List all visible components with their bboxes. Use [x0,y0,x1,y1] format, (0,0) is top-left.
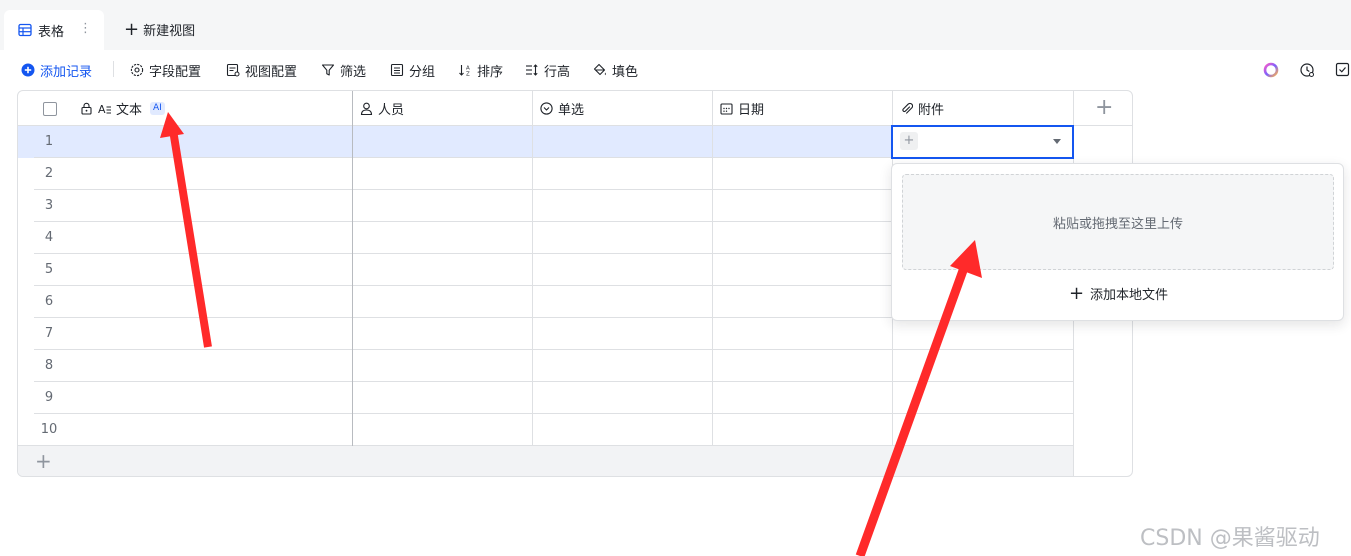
person-icon [360,102,373,115]
watermark-text: CSDN @果酱驱动 [1140,526,1320,551]
new-view-label: 新建视图 [143,24,196,39]
column-header-single-select[interactable]: 单选 [540,91,584,126]
paperclip-icon [902,102,913,114]
new-view-button[interactable]: + 新建视图 [124,20,195,39]
chevron-down-icon[interactable] [1053,139,1061,144]
group-label: 分组 [409,64,436,80]
filter-label: 筛选 [340,64,367,80]
attachment-cell-active[interactable]: + [891,125,1074,159]
table-grid-icon [18,23,32,37]
svg-text:Z: Z [466,72,470,78]
view-config-icon [226,63,240,77]
row-height-icon [526,64,538,76]
column-header-label: 单选 [558,103,585,118]
row-number: 10 [40,422,58,437]
row-number: 8 [44,358,54,373]
column-divider [532,91,533,446]
filter-icon [321,64,335,76]
column-divider [712,91,713,446]
column-header-person[interactable]: 人员 [360,91,404,126]
color-palette-icon[interactable] [1263,62,1279,78]
fill-color-label: 填色 [612,64,639,80]
sort-label: 排序 [477,64,504,80]
group-icon [390,63,404,77]
row-number: 2 [44,166,54,181]
tab-table-label: 表格 [38,24,65,40]
row-number: 9 [44,390,54,405]
column-header-text[interactable]: A 文本 AI [80,91,165,126]
single-select-icon [540,102,553,115]
row-number: 1 [44,134,54,149]
view-config-button[interactable]: 视图配置 [226,60,297,80]
add-record-button[interactable]: 添加记录 [21,60,92,80]
ai-badge[interactable]: AI [150,102,165,115]
field-config-label: 字段配置 [149,64,202,80]
row-height-label: 行高 [544,64,571,80]
row-number: 3 [44,198,54,213]
dropzone-text: 粘贴或拖拽至这里上传 [1052,216,1183,232]
add-row-bar[interactable]: + [18,446,1073,476]
add-attachment-icon[interactable]: + [900,132,918,150]
add-column-button[interactable]: + [1095,97,1113,119]
row-divider [34,349,1073,350]
tab-table-view[interactable]: 表格 ⋮ [4,10,104,50]
gear-icon [130,63,144,77]
row-number: 6 [44,294,54,309]
field-config-button[interactable]: 字段配置 [130,60,201,80]
frozen-column-divider [352,91,353,446]
group-button[interactable]: 分组 [390,60,435,80]
view-config-label: 视图配置 [245,64,298,80]
view-tab-bar: 表格 ⋮ + 新建视图 [0,0,1351,50]
select-all-checkbox[interactable] [43,102,57,116]
column-header-label: 文本 [116,103,143,118]
row-height-button[interactable]: 行高 [525,60,570,80]
calendar-icon [720,103,733,115]
add-record-label: 添加记录 [40,64,93,80]
plus-circle-icon [21,63,35,77]
column-header-attachment[interactable]: 附件 [900,91,944,126]
sort-button[interactable]: A Z 排序 [458,60,503,80]
row-number: 5 [44,262,54,277]
plus-icon: + [124,18,140,40]
lock-icon [81,102,92,115]
svg-text:A: A [98,103,106,115]
filter-button[interactable]: 筛选 [321,60,366,80]
sort-icon: A Z [459,65,470,78]
add-row-icon[interactable]: + [35,451,52,471]
history-icon[interactable] [1299,62,1315,78]
column-header-label: 人员 [378,103,405,118]
add-local-file-button[interactable]: + 添加本地文件 [892,284,1345,303]
toolbar: 添加记录 字段配置 视图配置 筛选 分组 A Z 排序 行高 填色 [0,50,1351,90]
upload-dropzone[interactable]: 粘贴或拖拽至这里上传 [902,174,1334,270]
attachment-upload-popover: 粘贴或拖拽至这里上传 + 添加本地文件 [891,163,1344,321]
column-header-date[interactable]: 日期 [720,91,764,126]
add-local-file-label: 添加本地文件 [1090,288,1169,303]
column-header-label: 日期 [738,103,765,118]
row-divider [34,413,1073,414]
row-divider [34,381,1073,382]
column-header-label: 附件 [918,103,945,118]
toolbar-divider [113,61,114,77]
row-number: 4 [44,230,54,245]
checklist-icon[interactable] [1335,62,1351,78]
plus-icon: + [1068,282,1085,304]
tab-more-icon[interactable]: ⋮ [79,21,92,36]
row-number: 7 [44,326,54,341]
fill-color-button[interactable]: 填色 [593,60,638,80]
paint-bucket-icon [593,63,606,76]
text-icon: A [98,103,111,115]
